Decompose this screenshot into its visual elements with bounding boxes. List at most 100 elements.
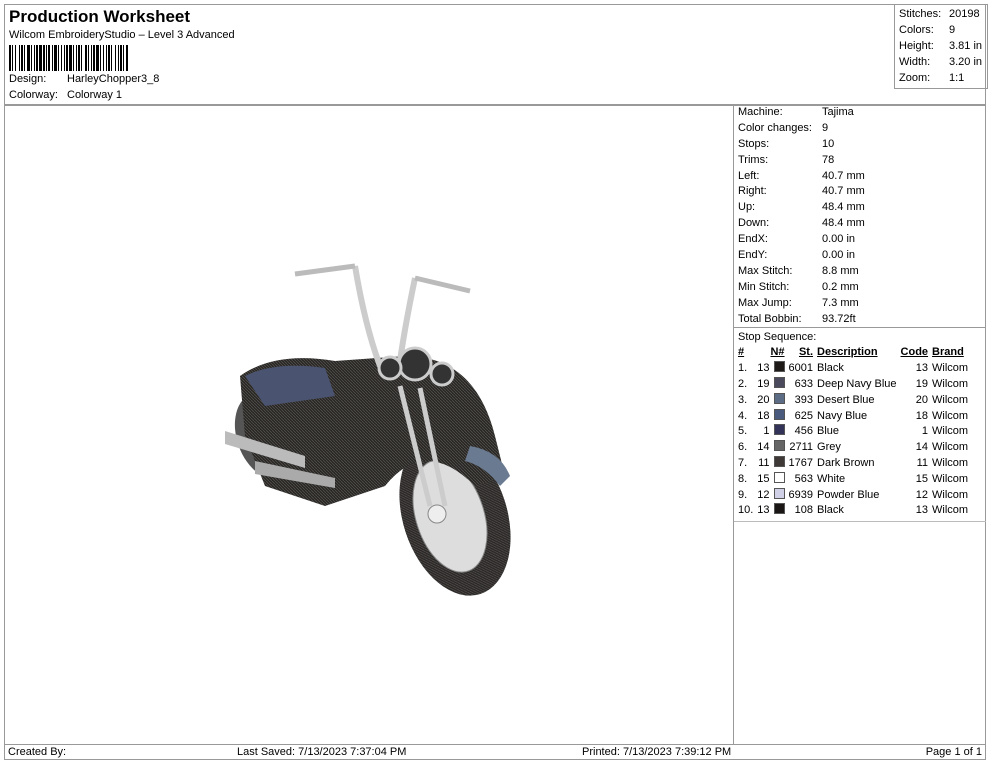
stat-label: Width: xyxy=(899,56,931,68)
brand: Wilcom xyxy=(932,441,969,454)
color-swatch xyxy=(773,408,785,420)
column-header: St. xyxy=(798,346,814,359)
needle-number: 13 xyxy=(757,362,770,375)
color-code: 14 xyxy=(915,441,929,454)
barcode-gap xyxy=(128,45,129,71)
info-label: EndY: xyxy=(738,249,768,262)
barcode xyxy=(9,45,235,71)
table-row: 7. 11 1767 Dark Brown 11 Wilcom xyxy=(736,456,970,472)
column-header: N# xyxy=(770,346,785,359)
color-swatch xyxy=(773,456,785,468)
info-label: Down: xyxy=(738,217,770,230)
color-code: 12 xyxy=(915,488,929,501)
stitch-count: 6939 xyxy=(788,488,814,501)
stop-number: 3. xyxy=(738,393,748,406)
color-swatch xyxy=(773,487,785,499)
info-row: EndY: 0.00 in xyxy=(734,248,986,264)
table-row: 2. 19 633 Deep Navy Blue 19 Wilcom xyxy=(736,377,970,393)
stat-value: 9 xyxy=(949,24,956,36)
table-row: 10. 13 108 Black 13 Wilcom xyxy=(736,503,970,519)
stop-number: 7. xyxy=(738,457,748,470)
table-row: 9. 12 6939 Powder Blue 12 Wilcom xyxy=(736,487,970,504)
info-label: EndX: xyxy=(738,233,768,246)
brand: Wilcom xyxy=(932,504,969,517)
info-label: Machine: xyxy=(738,106,783,118)
color-swatch xyxy=(773,424,785,436)
color-swatch xyxy=(773,503,785,515)
color-code: 1 xyxy=(921,425,929,438)
info-value: 7.3 mm xyxy=(822,296,859,309)
stop-number: 9. xyxy=(738,488,748,501)
design-preview xyxy=(5,106,733,744)
info-row: Left: 40.7 mm xyxy=(734,169,986,185)
needle-number: 1 xyxy=(763,425,770,438)
footer: Created By: Last Saved: 7/13/2023 7:37:0… xyxy=(4,744,986,760)
info-value: 8.8 mm xyxy=(822,264,859,277)
brand: Wilcom xyxy=(932,425,969,438)
info-label: Color changes: xyxy=(738,121,812,134)
table-row: 3. 20 393 Desert Blue 20 Wilcom xyxy=(736,392,970,409)
stop-number: 2. xyxy=(738,378,748,391)
info-row: Max Jump: 7.3 mm xyxy=(734,296,986,312)
stop-number: 5. xyxy=(738,425,748,438)
info-value: 10 xyxy=(822,137,835,150)
color-description: Blue xyxy=(817,425,840,438)
needle-number: 12 xyxy=(757,488,770,501)
info-value: 0.00 in xyxy=(822,233,856,246)
stop-number: 8. xyxy=(738,472,748,485)
needle-number: 19 xyxy=(757,378,770,391)
stitch-count: 393 xyxy=(794,393,814,406)
column-header: Code xyxy=(900,346,929,359)
color-description: Grey xyxy=(817,441,841,454)
stat-row: Stitches: 20198 xyxy=(899,6,983,22)
info-label: Min Stitch: xyxy=(738,280,790,293)
stitch-count: 6001 xyxy=(788,362,814,375)
info-row: Total Bobbin: 93.72ft xyxy=(734,312,986,328)
table-row: 6. 14 2711 Grey 14 Wilcom xyxy=(736,440,970,456)
stat-value: 3.81 in xyxy=(949,40,983,52)
column-header: Description xyxy=(817,346,878,359)
color-description: Deep Navy Blue xyxy=(817,378,897,391)
page-title: Production Worksheet xyxy=(9,7,191,26)
stat-label: Stitches: xyxy=(899,8,942,20)
color-code: 13 xyxy=(915,504,929,517)
brand: Wilcom xyxy=(932,472,969,485)
created-by: Created By: xyxy=(8,746,67,758)
main-area: Machine: Tajima Color changes: 9 Stops: 10 Tri… xyxy=(4,105,986,745)
stat-row: Colors: 9 xyxy=(899,22,983,38)
color-swatch xyxy=(773,440,785,452)
stop-number: 1. xyxy=(738,362,748,375)
motorcycle-embroidery-image xyxy=(225,263,511,596)
stat-value: 20198 xyxy=(949,8,980,20)
info-row: Min Stitch: 0.2 mm xyxy=(734,280,986,296)
brand: Wilcom xyxy=(932,362,969,375)
color-code: 20 xyxy=(915,393,929,406)
stop-number: 4. xyxy=(738,409,748,422)
brand: Wilcom xyxy=(932,409,969,422)
printed-date: Printed: 7/13/2023 7:39:12 PM xyxy=(582,746,732,758)
stats-box: Stitches: 20198 Colors: 9 Height: 3.81 in Widt… xyxy=(894,4,988,89)
stitch-count: 625 xyxy=(794,409,814,422)
color-code: 19 xyxy=(915,378,929,391)
color-code: 18 xyxy=(915,409,929,422)
machine-info-list: Machine: Tajima Color changes: 9 Stops: 10 Tri… xyxy=(734,105,986,327)
page-number: Page 1 of 1 xyxy=(925,746,982,758)
colorway-label: Colorway: xyxy=(9,89,58,101)
info-value: 40.7 mm xyxy=(822,169,865,182)
needle-number: 15 xyxy=(757,472,770,485)
stat-label: Height: xyxy=(899,40,934,52)
color-description: Dark Brown xyxy=(817,457,875,470)
color-description: Black xyxy=(817,362,844,375)
info-label: Max Stitch: xyxy=(738,264,793,277)
info-row: Stops: 10 xyxy=(734,137,986,153)
brand: Wilcom xyxy=(932,457,969,470)
color-swatch xyxy=(773,361,785,373)
needle-number: 11 xyxy=(758,457,770,470)
needle-number: 20 xyxy=(757,393,770,406)
info-row: Up: 48.4 mm xyxy=(734,200,986,216)
stop-sequence: Stop Sequence: # N# St. Description Code Bran… xyxy=(734,327,986,523)
color-code: 15 xyxy=(915,472,929,485)
info-value: 0.00 in xyxy=(822,249,856,262)
stat-label: Colors: xyxy=(899,24,934,36)
needle-number: 18 xyxy=(757,409,770,422)
